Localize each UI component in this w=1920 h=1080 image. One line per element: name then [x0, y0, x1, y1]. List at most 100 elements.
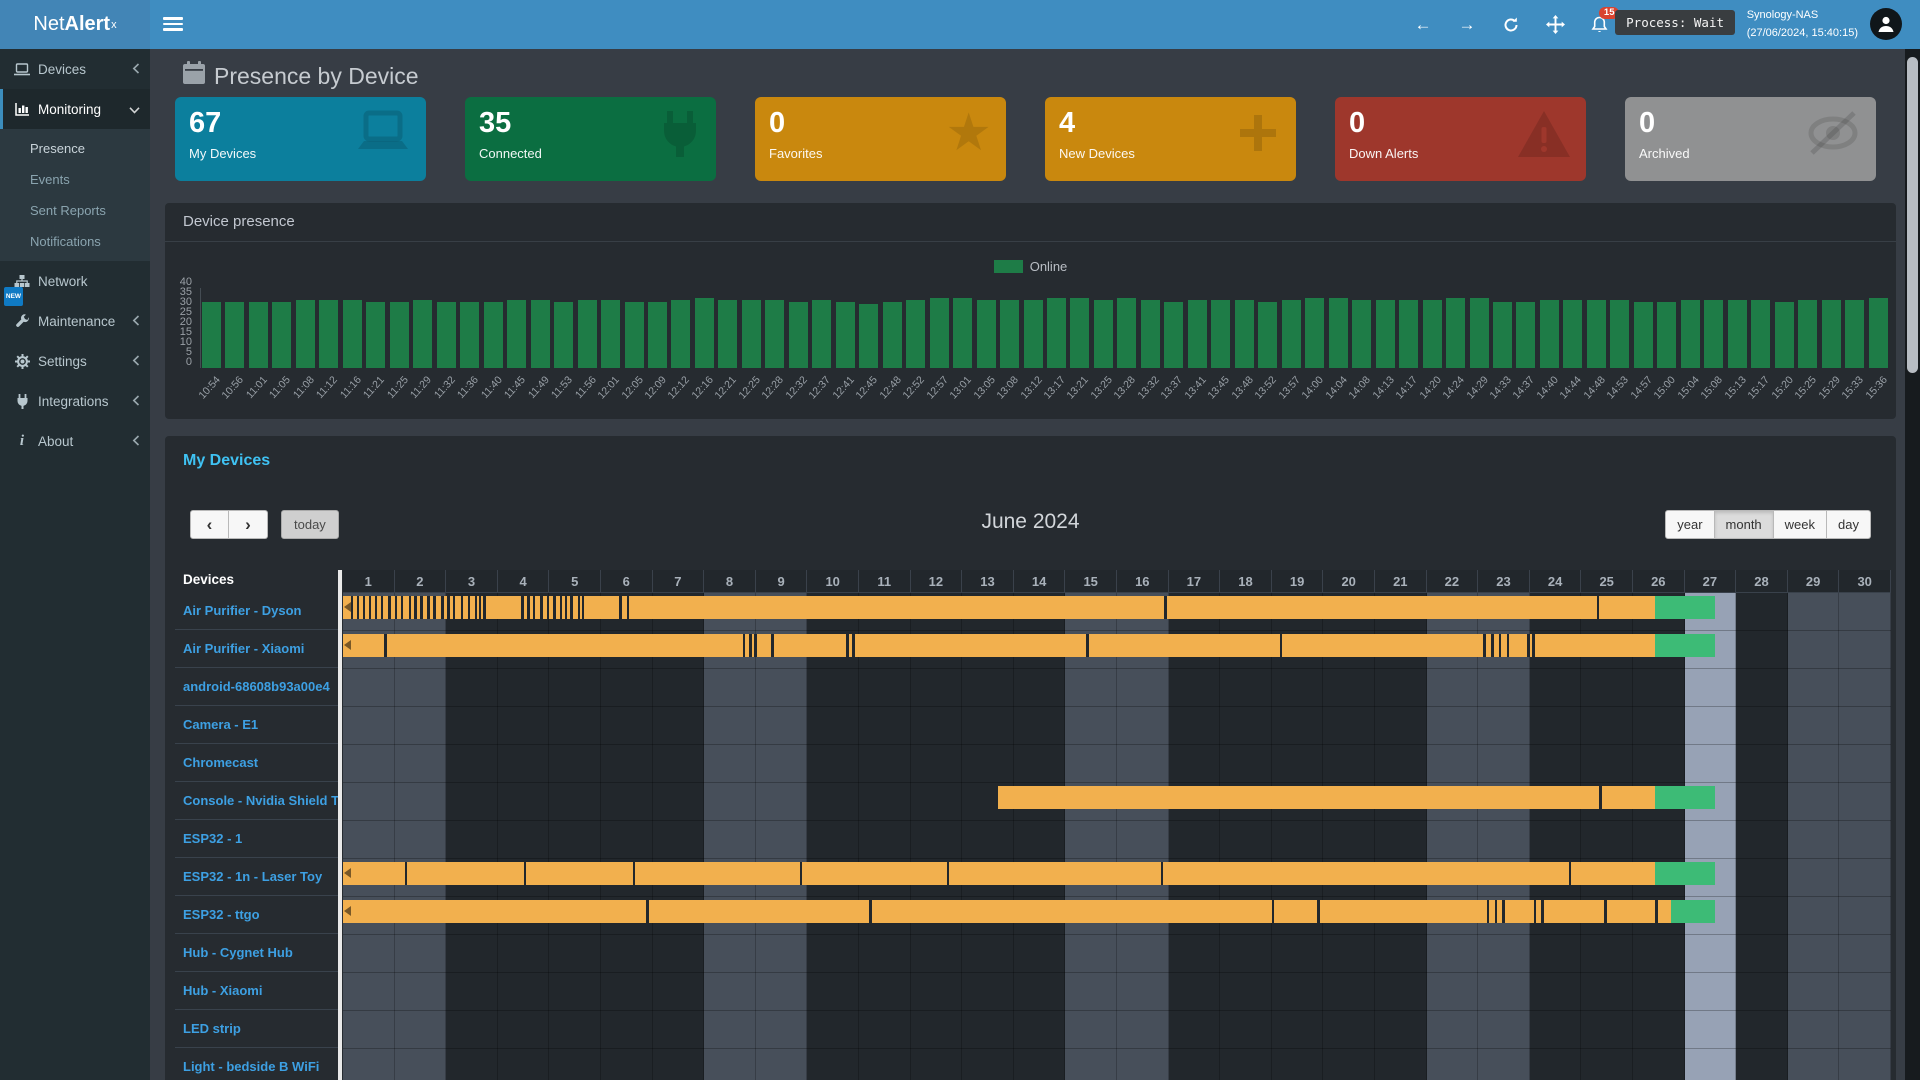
weekend-column[interactable] — [1117, 593, 1169, 1080]
device-link[interactable]: Air Purifier - Dyson — [175, 603, 301, 618]
prev-month-button[interactable]: ‹ — [190, 510, 229, 539]
day-header-cell[interactable]: 23 — [1478, 570, 1530, 592]
day-header-cell[interactable]: 6 — [601, 570, 653, 592]
device-link[interactable]: Chromecast — [175, 755, 258, 770]
day-header-cell[interactable]: 11 — [859, 570, 911, 592]
day-header-cell[interactable]: 16 — [1117, 570, 1169, 592]
scrollbar-thumb[interactable] — [1907, 57, 1918, 373]
day-header-cell[interactable]: 24 — [1530, 570, 1582, 592]
bell-icon[interactable]: 15 — [1588, 14, 1610, 36]
sidebar-subitem-presence[interactable]: Presence — [0, 133, 150, 164]
weekend-column[interactable] — [756, 593, 808, 1080]
day-header-cell[interactable]: 29 — [1788, 570, 1840, 592]
day-header-cell[interactable]: 5 — [549, 570, 601, 592]
device-link[interactable]: LED strip — [175, 1021, 241, 1036]
view-button-week[interactable]: week — [1774, 510, 1827, 539]
device-row: Chromecast — [175, 744, 338, 782]
back-icon[interactable]: ← — [1412, 14, 1434, 36]
presence-bar-current[interactable] — [1655, 862, 1715, 885]
sidebar-toggle-icon[interactable] — [163, 14, 183, 34]
weekend-column[interactable] — [343, 593, 395, 1080]
device-link[interactable]: Hub - Xiaomi — [175, 983, 262, 998]
weekend-column[interactable] — [1788, 593, 1840, 1080]
day-header-cell[interactable]: 18 — [1220, 570, 1272, 592]
refresh-icon[interactable] — [1500, 14, 1522, 36]
day-header-cell[interactable]: 2 — [395, 570, 447, 592]
device-link[interactable]: Camera - E1 — [175, 717, 258, 732]
day-header-cell[interactable]: 22 — [1427, 570, 1479, 592]
presence-bar-online[interactable] — [998, 786, 1654, 809]
move-icon[interactable] — [1544, 14, 1566, 36]
weekend-column[interactable] — [1065, 593, 1117, 1080]
day-header-cell[interactable]: 3 — [446, 570, 498, 592]
next-month-button[interactable]: › — [229, 510, 268, 539]
day-header-cell[interactable]: 28 — [1736, 570, 1788, 592]
day-header-cell[interactable]: 26 — [1633, 570, 1685, 592]
presence-bar-current[interactable] — [1655, 596, 1715, 619]
sidebar-item-about[interactable]: i About — [0, 421, 150, 461]
device-link[interactable]: Console - Nvidia Shield TV — [175, 793, 338, 808]
presence-bar-online[interactable] — [343, 900, 1671, 923]
day-header-cell[interactable]: 9 — [756, 570, 808, 592]
weekend-column[interactable] — [1478, 593, 1530, 1080]
day-header-cell[interactable]: 30 — [1839, 570, 1891, 592]
day-header-cell[interactable]: 15 — [1065, 570, 1117, 592]
sidebar-item-settings[interactable]: Settings — [0, 341, 150, 381]
presence-bar-current[interactable] — [1655, 634, 1715, 657]
sidebar-item-devices[interactable]: Devices — [0, 49, 150, 89]
weekend-column[interactable] — [395, 593, 447, 1080]
chart-bar — [601, 300, 620, 368]
sidebar-item-integrations[interactable]: Integrations — [0, 381, 150, 421]
card-my-devices[interactable]: 67 My Devices — [175, 97, 426, 181]
presence-gap — [846, 634, 849, 657]
presence-bar-online[interactable] — [343, 634, 1655, 657]
day-header-cell[interactable]: 4 — [498, 570, 550, 592]
day-header-cell[interactable]: 13 — [962, 570, 1014, 592]
today-column[interactable] — [1685, 593, 1737, 1080]
column-resizer-handle[interactable] — [338, 570, 342, 1080]
sidebar-subitem-sent-reports[interactable]: Sent Reports — [0, 195, 150, 226]
sidebar-subitem-notifications[interactable]: Notifications — [0, 226, 150, 257]
device-link[interactable]: android-68608b93a00e4 — [175, 679, 330, 694]
day-header-cell[interactable]: 1 — [343, 570, 395, 592]
day-header-cell[interactable]: 19 — [1272, 570, 1324, 592]
day-header-cell[interactable]: 27 — [1685, 570, 1737, 592]
weekend-column[interactable] — [1839, 593, 1891, 1080]
day-header-cell[interactable]: 8 — [704, 570, 756, 592]
day-header-cell[interactable]: 10 — [807, 570, 859, 592]
card-connected[interactable]: 35 Connected — [465, 97, 716, 181]
card-favorites[interactable]: 0 Favorites ★ — [755, 97, 1006, 181]
app-logo[interactable]: NetAlertx — [0, 0, 150, 49]
device-link[interactable]: Light - bedside B WiFi — [175, 1059, 319, 1074]
view-button-day[interactable]: day — [1827, 510, 1871, 539]
weekend-column[interactable] — [704, 593, 756, 1080]
presence-bar-current[interactable] — [1655, 786, 1715, 809]
day-header-cell[interactable]: 7 — [653, 570, 705, 592]
weekend-column[interactable] — [1427, 593, 1479, 1080]
forward-icon[interactable]: → — [1456, 14, 1478, 36]
sidebar-subitem-events[interactable]: Events — [0, 164, 150, 195]
device-link[interactable]: ESP32 - 1n - Laser Toy — [175, 869, 322, 884]
avatar[interactable] — [1870, 8, 1902, 40]
presence-bar-online[interactable] — [343, 862, 1655, 885]
card-down-alerts[interactable]: 0 Down Alerts — [1335, 97, 1586, 181]
sidebar-item-maintenance[interactable]: NEW Maintenance — [0, 301, 150, 341]
view-button-year[interactable]: year — [1665, 510, 1714, 539]
day-header-cell[interactable]: 12 — [911, 570, 963, 592]
card-archived[interactable]: 0 Archived — [1625, 97, 1876, 181]
sidebar-item-monitoring[interactable]: Monitoring — [0, 89, 150, 129]
day-header-cell[interactable]: 21 — [1375, 570, 1427, 592]
today-button[interactable]: today — [281, 510, 339, 539]
presence-bar-current[interactable] — [1671, 900, 1714, 923]
device-link[interactable]: ESP32 - 1 — [175, 831, 242, 846]
day-header-cell[interactable]: 17 — [1169, 570, 1221, 592]
day-header-cell[interactable]: 20 — [1323, 570, 1375, 592]
device-link[interactable]: ESP32 - ttgo — [175, 907, 260, 922]
view-button-month[interactable]: month — [1715, 510, 1774, 539]
device-link[interactable]: Hub - Cygnet Hub — [175, 945, 293, 960]
chart-legend[interactable]: Online — [165, 259, 1896, 274]
day-header-cell[interactable]: 25 — [1581, 570, 1633, 592]
device-link[interactable]: Air Purifier - Xiaomi — [175, 641, 304, 656]
card-new-devices[interactable]: 4 New Devices — [1045, 97, 1296, 181]
day-header-cell[interactable]: 14 — [1014, 570, 1066, 592]
